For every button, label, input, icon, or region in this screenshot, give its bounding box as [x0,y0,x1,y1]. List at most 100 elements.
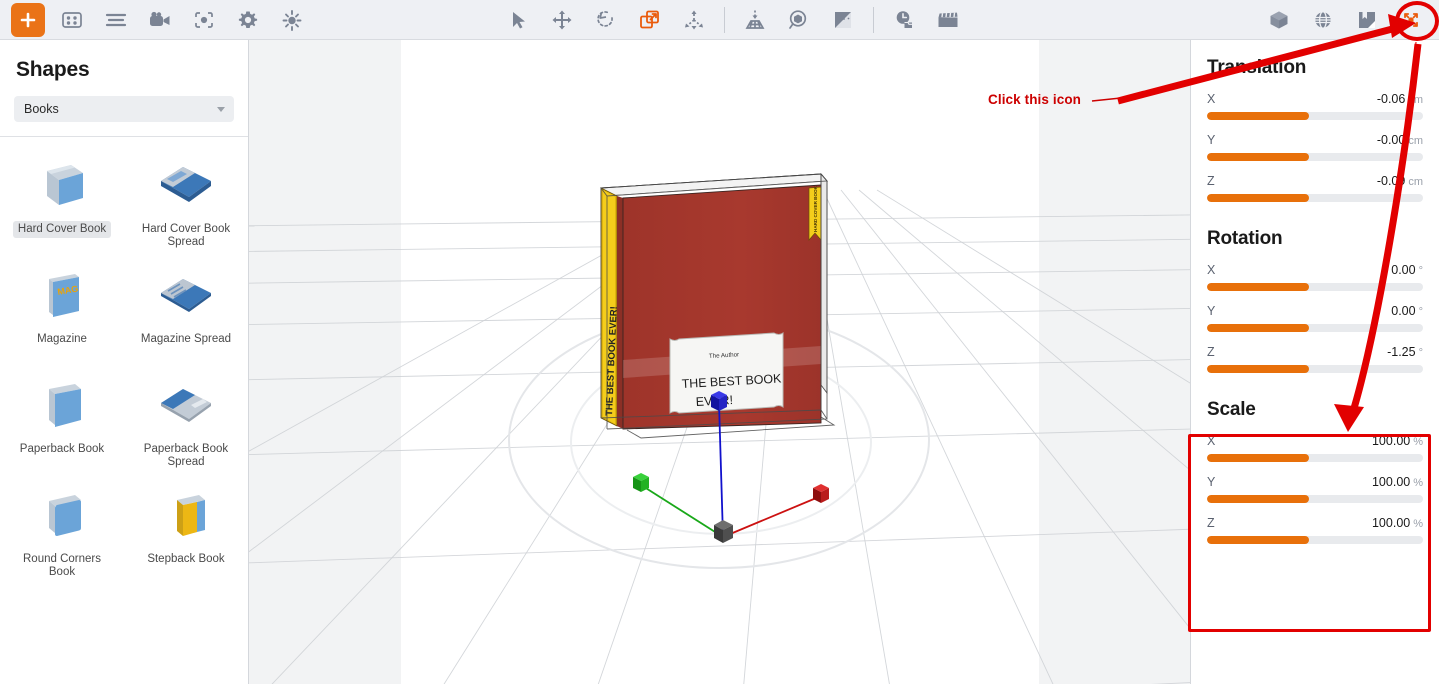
axis-value: 100.00 [1371,516,1411,530]
paperback-book-thumb [31,379,93,435]
chevron-down-icon [217,106,225,112]
cursor-arrow-icon[interactable] [501,3,535,37]
toolbar-center-group [496,0,970,40]
shape-item-hard-cover-book-spread[interactable]: Hard Cover Book Spread [124,149,248,259]
axis-unit: cm [1408,176,1423,188]
shape-label: Magazine Spread [140,333,232,345]
axis-value: 100.00 [1371,434,1411,448]
shape-label: Paperback Book Spread [143,443,229,468]
scale-z-slider[interactable] [1207,536,1423,544]
shape-item-magazine[interactable]: MAG Magazine [0,259,124,369]
translation-row-y: Y -0.00 cm [1207,133,1423,161]
grid-layout-icon[interactable] [55,3,89,37]
rotation-z-slider[interactable] [1207,365,1423,373]
axis-label: Z [1207,174,1215,188]
axis-value: -0.00 [1376,133,1406,147]
rotate-icon[interactable] [589,3,623,37]
translation-x-slider[interactable] [1207,112,1423,120]
brightness-icon[interactable] [275,3,309,37]
camera-video-icon[interactable] [143,3,177,37]
paperback-spread-thumb [155,379,217,435]
rotation-y-slider[interactable] [1207,324,1423,332]
3d-viewport[interactable]: THE BEST BOOK EVER! HARD COVER BOOK The … [249,40,1190,684]
axis-value: -1.25 [1387,345,1416,359]
gizmo-y-axis [722,495,822,538]
axis-unit: ° [1418,265,1423,277]
cube-3d-icon[interactable] [1262,3,1296,37]
translation-section: Translation X -0.06 cm Y -0.00 cm Z -0.0… [1207,40,1423,202]
axis-unit: cm [1408,135,1423,147]
axis-label: Z [1207,345,1215,359]
viewport-scene: THE BEST BOOK EVER! HARD COVER BOOK The … [249,172,1190,684]
move-icon[interactable] [545,3,579,37]
gear-icon[interactable] [231,3,265,37]
toolbar-divider [873,6,874,33]
shape-item-paperback-book[interactable]: Paperback Book [0,369,124,479]
round-corners-book-thumb [31,489,93,545]
scale-x-slider[interactable] [1207,454,1423,462]
axis-value: -0.06 [1376,92,1406,106]
shape-grid: Hard Cover Book Hard Cover Book Spread M… [0,137,248,589]
scale-row-x: X 100.00% [1207,434,1423,462]
shape-label: Paperback Book [19,443,105,455]
light-studio-icon[interactable] [738,3,772,37]
axis-value: 0.00 [1391,304,1416,318]
axis-value: 100.00 [1371,475,1411,489]
menu-lines-icon[interactable] [99,3,133,37]
shape-item-paperback-book-spread[interactable]: Paperback Book Spread [124,369,248,479]
shape-label: Round Corners Book [23,553,101,578]
sphere-wire-icon[interactable] [1306,3,1340,37]
book-ribbon-text: HARD COVER BOOK [813,185,818,232]
gizmo-x-axis [640,484,724,538]
focus-frame-icon[interactable] [187,3,221,37]
inspect-model-icon[interactable] [782,3,816,37]
shape-label: Hard Cover Book [12,221,112,238]
history-clock-icon[interactable] [887,3,921,37]
shape-item-magazine-spread[interactable]: Magazine Spread [124,259,248,369]
axis-label: Z [1207,516,1215,530]
magazine-spread-thumb [155,269,217,325]
axis-unit: % [1413,518,1423,530]
scale-y-slider[interactable] [1207,495,1423,503]
rotation-row-x: X 0.00 ° [1207,263,1423,291]
shape-item-round-corners-book[interactable]: Round Corners Book [0,479,124,589]
axis-label: Y [1207,475,1216,489]
shape-label: Magazine [37,333,87,345]
scale-object-icon[interactable] [633,3,667,37]
axis-label: X [1207,92,1216,106]
translation-row-z: Z -0.09 cm [1207,174,1423,202]
axis-unit: % [1413,436,1423,448]
hardcover-spread-thumb [155,159,217,215]
toolbar-right-group [1257,0,1433,40]
rotation-x-slider[interactable] [1207,283,1423,291]
magazine-thumb: MAG [31,269,93,325]
rotation-row-y: Y 0.00 ° [1207,304,1423,332]
shape-label: Hard Cover Book Spread [141,223,231,248]
axis-unit: ° [1418,306,1423,318]
axis-value: 0.00 [1391,263,1416,277]
deform-icon[interactable] [677,3,711,37]
translation-y-slider[interactable] [1207,153,1423,161]
hardcover-book-thumb [31,159,93,215]
axis-value: -0.09 [1376,174,1406,188]
axis-label: Y [1207,133,1216,147]
transform-gizmo-icon[interactable] [1394,3,1428,37]
material-icon[interactable] [826,3,860,37]
toolbar-left-group [0,0,314,48]
axis-label: X [1207,263,1216,277]
toolbar-divider [724,6,725,33]
translation-z-slider[interactable] [1207,194,1423,202]
rotation-row-z: Z -1.25 ° [1207,345,1423,373]
properties-panel: Translation X -0.06 cm Y -0.00 cm Z -0.0… [1190,40,1439,684]
scale-section: Scale X 100.00% Y 100.00% Z 100.00 % [1207,373,1423,544]
axis-label: X [1207,434,1216,448]
shape-label: Stepback Book [147,553,225,565]
shape-category-dropdown[interactable]: Books [14,96,234,122]
shape-item-stepback-book[interactable]: Stepback Book [124,479,248,589]
rotation-title: Rotation [1207,228,1283,249]
add-icon[interactable] [11,2,45,48]
clapperboard-icon[interactable] [931,3,965,37]
bookmark-page-icon[interactable] [1350,3,1384,37]
axis-unit: ° [1418,347,1423,359]
shape-item-hard-cover-book[interactable]: Hard Cover Book [0,149,124,259]
